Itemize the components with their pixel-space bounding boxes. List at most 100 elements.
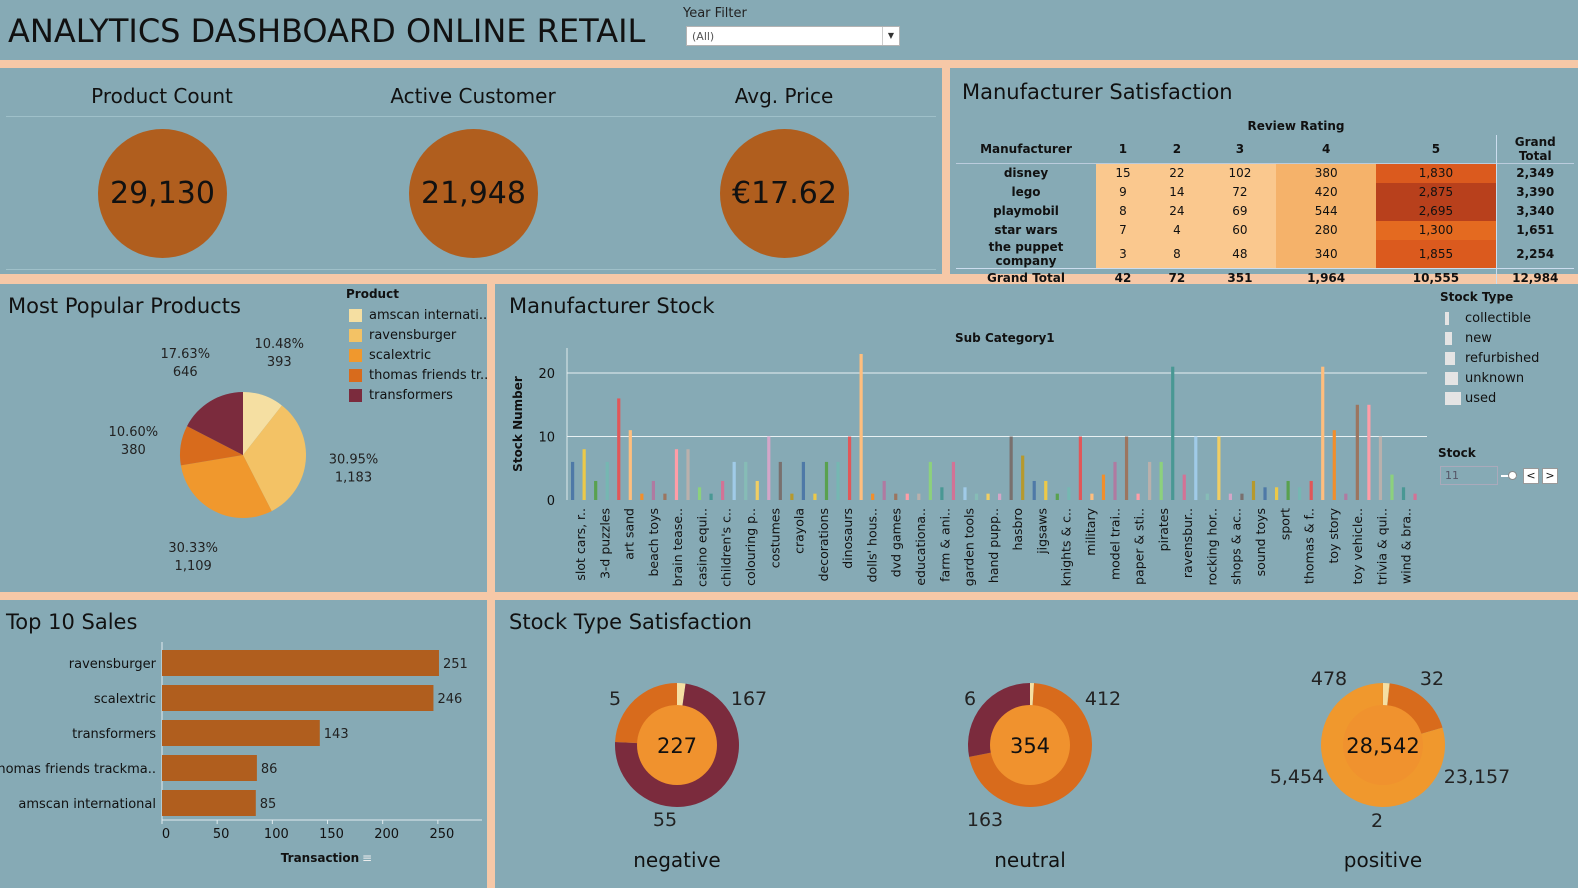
stock-bar[interactable] xyxy=(767,436,771,500)
sales-bar[interactable] xyxy=(162,790,256,816)
stock-bar[interactable] xyxy=(1044,480,1048,500)
stock-bar[interactable] xyxy=(640,493,644,500)
stock-bar[interactable] xyxy=(1021,455,1025,500)
stock-bar[interactable] xyxy=(732,461,736,500)
stock-bar[interactable] xyxy=(1194,436,1198,500)
stock-bar[interactable] xyxy=(1113,461,1117,500)
stock-bar[interactable] xyxy=(974,493,979,500)
stock-bar[interactable] xyxy=(917,493,921,500)
stock-bar[interactable] xyxy=(617,398,621,500)
stock-bar[interactable] xyxy=(674,449,679,500)
stock-bar[interactable] xyxy=(859,354,863,500)
stock-bar[interactable] xyxy=(1355,404,1359,500)
chevron-right-icon[interactable]: > xyxy=(1542,468,1558,484)
stock-bar[interactable] xyxy=(894,493,898,500)
stock-bar[interactable] xyxy=(628,430,632,500)
chevron-left-icon[interactable]: < xyxy=(1523,468,1539,484)
stock-bar[interactable] xyxy=(697,487,702,500)
sales-bar[interactable] xyxy=(162,650,439,676)
stock-bar[interactable] xyxy=(1101,474,1106,500)
stock-bar[interactable] xyxy=(594,480,598,500)
stock-bar[interactable] xyxy=(905,493,909,500)
legend-item[interactable]: unknown xyxy=(1445,368,1539,388)
legend-item[interactable]: collectible xyxy=(1445,308,1539,328)
stock-bar[interactable] xyxy=(1009,436,1013,500)
stock-bar[interactable] xyxy=(940,487,944,500)
stock-bar[interactable] xyxy=(882,480,886,500)
stock-bar[interactable] xyxy=(1401,487,1406,500)
stock-bar[interactable] xyxy=(1171,366,1175,500)
stock-bar[interactable] xyxy=(651,480,655,500)
stock-bar[interactable] xyxy=(1032,480,1036,500)
stock-bar[interactable] xyxy=(1309,480,1313,500)
sort-icon[interactable]: ≡ xyxy=(362,851,372,865)
stock-bar[interactable] xyxy=(1067,487,1071,500)
stock-bar[interactable] xyxy=(1078,436,1082,500)
stock-bar[interactable] xyxy=(1090,493,1094,500)
stock-bar[interactable] xyxy=(790,493,794,500)
stock-bar[interactable] xyxy=(1148,461,1152,500)
row-total: 3,340 xyxy=(1495,201,1574,221)
stock-bar[interactable] xyxy=(1217,436,1221,500)
stock-bar[interactable] xyxy=(801,461,806,500)
stock-bar[interactable] xyxy=(1263,487,1267,500)
stock-bar[interactable] xyxy=(1124,436,1129,500)
sales-bar[interactable] xyxy=(162,685,434,711)
stock-bar[interactable] xyxy=(1251,480,1256,500)
stock-bar[interactable] xyxy=(755,480,759,500)
stock-bar[interactable] xyxy=(663,493,667,500)
year-filter-select[interactable]: (All) ▼ xyxy=(686,26,900,46)
stock-bar[interactable] xyxy=(847,436,852,500)
manufacturer-name: disney xyxy=(1003,166,1049,181)
stock-bar[interactable] xyxy=(1182,474,1186,500)
stock-bar[interactable] xyxy=(1159,461,1163,500)
stock-bar[interactable] xyxy=(813,493,817,500)
stock-bar[interactable] xyxy=(824,461,829,500)
stock-bar[interactable] xyxy=(1274,487,1279,500)
stock-bar[interactable] xyxy=(605,461,609,500)
x-tick-label: brain tease.. xyxy=(670,508,685,587)
stock-bar[interactable] xyxy=(1344,493,1348,500)
stock-bar[interactable] xyxy=(836,461,840,500)
x-tick-label: beach toys xyxy=(646,508,661,577)
stock-bar[interactable] xyxy=(1413,493,1417,500)
stock-bar[interactable] xyxy=(1055,493,1059,500)
stock-bar[interactable] xyxy=(686,449,690,500)
legend-item[interactable]: used xyxy=(1445,388,1539,408)
stock-bar[interactable] xyxy=(1378,436,1383,500)
stock-bar[interactable] xyxy=(1136,493,1140,500)
stock-bar[interactable] xyxy=(871,493,875,500)
stock-bar[interactable] xyxy=(744,461,748,500)
stock-bar[interactable] xyxy=(1367,404,1371,500)
stock-bar[interactable] xyxy=(1298,487,1302,500)
stock-bar[interactable] xyxy=(582,449,586,500)
stock-bar[interactable] xyxy=(998,493,1002,500)
stock-bar[interactable] xyxy=(1390,474,1394,500)
stock-bar[interactable] xyxy=(709,493,713,500)
sales-bar[interactable] xyxy=(162,755,257,781)
stock-bar[interactable] xyxy=(1228,493,1233,500)
stock-bar[interactable] xyxy=(1286,480,1290,500)
stock-type-satisfaction-panel: Stock Type Satisfaction 227 5 167 55 negativ… xyxy=(495,600,1578,888)
stock-filter-input[interactable]: 11 xyxy=(1440,466,1498,485)
chevron-down-icon[interactable]: ▼ xyxy=(882,27,899,45)
slice-percent-label: 10.60% xyxy=(109,425,159,440)
legend-item[interactable]: refurbished xyxy=(1445,348,1539,368)
legend-item[interactable]: new xyxy=(1445,328,1539,348)
stock-bar[interactable] xyxy=(951,461,956,500)
stock-slider-handle[interactable] xyxy=(1508,471,1517,480)
x-tick-label: dvd games xyxy=(889,508,904,577)
sales-bar[interactable] xyxy=(162,720,320,746)
stock-bar[interactable] xyxy=(963,487,967,500)
stock-bar[interactable] xyxy=(928,461,932,500)
stock-bar[interactable] xyxy=(986,493,990,500)
stock-bar[interactable] xyxy=(1205,493,1209,500)
stock-bar[interactable] xyxy=(721,480,725,500)
stock-bar[interactable] xyxy=(1332,430,1336,500)
popular-products-panel: Most Popular Products Product amscan int… xyxy=(0,284,488,592)
stock-bar[interactable] xyxy=(1321,366,1325,500)
stock-bar[interactable] xyxy=(778,461,782,500)
stock-bar[interactable] xyxy=(571,461,575,500)
donut-slice-label: 32 xyxy=(1420,668,1444,690)
stock-bar[interactable] xyxy=(1240,493,1244,500)
